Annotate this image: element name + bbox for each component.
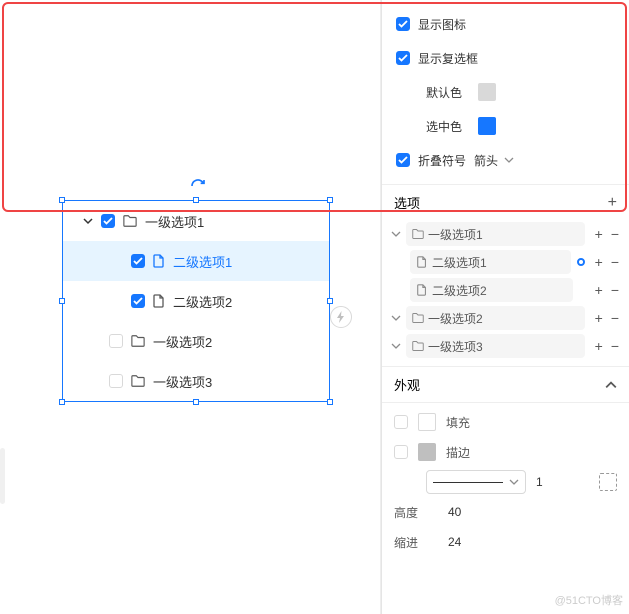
folder-icon [412, 312, 424, 324]
tree-row[interactable]: 二级选项2 [63, 281, 329, 321]
properties-panel: 显示图标 显示复选框 默认色 选中色 折叠符号 箭头 选项 + [381, 0, 629, 614]
tree-label: 二级选项1 [173, 252, 232, 271]
checkbox[interactable] [101, 214, 115, 228]
refresh-button[interactable] [190, 178, 206, 199]
add-option-button[interactable]: + [608, 194, 617, 212]
options-section-header: 选项 + [382, 184, 629, 220]
default-color-swatch[interactable] [478, 83, 496, 101]
checkbox[interactable] [131, 294, 145, 308]
tree-label: 一级选项2 [153, 332, 212, 351]
stroke-swatch[interactable] [418, 443, 436, 461]
border-style-button[interactable] [599, 473, 617, 491]
label-height: 高度 [394, 504, 438, 521]
remove-button[interactable]: − [611, 339, 619, 353]
chevron-down-icon[interactable] [390, 228, 402, 240]
add-button[interactable]: + [595, 283, 603, 297]
add-button[interactable]: + [595, 339, 603, 353]
option-chip[interactable]: 一级选项2 [406, 306, 585, 330]
label-show-icon: 显示图标 [418, 16, 466, 33]
indent-input[interactable]: 24 [448, 535, 461, 549]
checkbox[interactable] [131, 254, 145, 268]
file-icon [153, 254, 165, 268]
selected-color-swatch[interactable] [478, 117, 496, 135]
option-row: 二级选项1 +− [390, 248, 619, 276]
checkbox[interactable] [109, 374, 123, 388]
collapse-symbol-select[interactable]: 箭头 [474, 152, 514, 169]
option-row: 一级选项1 +− [390, 220, 619, 248]
label-indent: 缩进 [394, 534, 438, 551]
resize-handle[interactable] [327, 298, 333, 304]
resize-handle[interactable] [327, 197, 333, 203]
label-stroke: 描边 [446, 444, 470, 461]
remove-button[interactable]: − [611, 311, 619, 325]
checkbox[interactable] [109, 334, 123, 348]
tree-label: 一级选项1 [145, 212, 204, 231]
tree-label: 二级选项2 [173, 292, 232, 311]
option-chip[interactable]: 一级选项3 [406, 334, 585, 358]
tree-label: 一级选项3 [153, 372, 212, 391]
folder-icon [123, 214, 137, 228]
remove-button[interactable]: − [611, 283, 619, 297]
label-default-color: 默认色 [426, 84, 470, 101]
watermark: @51CTO博客 [555, 592, 623, 608]
checkbox-show-icon[interactable] [396, 17, 410, 31]
remove-button[interactable]: − [611, 255, 619, 269]
label-fill: 填充 [446, 414, 470, 431]
line-style-select[interactable] [426, 470, 526, 494]
tree-row[interactable]: 一级选项3 [63, 361, 329, 401]
chevron-down-icon [83, 216, 93, 226]
tree-component[interactable]: 一级选项1 二级选项1 二级选项2 一级选项2 [63, 201, 329, 401]
chevron-up-icon[interactable] [605, 379, 617, 391]
stroke-width-input[interactable]: 1 [536, 475, 543, 489]
chevron-down-icon[interactable] [390, 340, 402, 352]
resize-handle[interactable] [193, 399, 199, 405]
resize-handle[interactable] [59, 298, 65, 304]
chevron-down-icon[interactable] [390, 312, 402, 324]
option-row: 一级选项2 +− [390, 304, 619, 332]
lightning-button[interactable] [330, 306, 352, 328]
tree-row[interactable]: 一级选项2 [63, 321, 329, 361]
label-collapse-symbol: 折叠符号 [418, 152, 466, 169]
file-icon [416, 284, 428, 296]
file-icon [416, 256, 428, 268]
active-indicator [577, 258, 585, 266]
canvas-area[interactable]: 一级选项1 二级选项1 二级选项2 一级选项2 [0, 0, 381, 614]
option-chip[interactable]: 二级选项1 [410, 250, 571, 274]
tree-row[interactable]: 一级选项1 [63, 201, 329, 241]
add-button[interactable]: + [595, 255, 603, 269]
resize-handle[interactable] [59, 399, 65, 405]
folder-icon [412, 228, 424, 240]
checkbox-stroke[interactable] [394, 445, 408, 459]
resize-handle[interactable] [327, 399, 333, 405]
checkbox-show-checkbox[interactable] [396, 51, 410, 65]
selection-frame[interactable]: 一级选项1 二级选项1 二级选项2 一级选项2 [62, 200, 330, 402]
checkbox-fill[interactable] [394, 415, 408, 429]
appearance-section-header: 外观 [382, 366, 629, 402]
resize-handle[interactable] [193, 197, 199, 203]
option-row: 一级选项3 +− [390, 332, 619, 360]
height-input[interactable]: 40 [448, 505, 461, 519]
chevron-down-icon [504, 155, 514, 165]
checkbox-collapse-symbol[interactable] [396, 153, 410, 167]
folder-icon [131, 334, 145, 348]
add-button[interactable]: + [595, 227, 603, 241]
resize-handle[interactable] [59, 197, 65, 203]
tree-row[interactable]: 二级选项1 [63, 241, 329, 281]
label-show-checkbox: 显示复选框 [418, 50, 478, 67]
add-button[interactable]: + [595, 311, 603, 325]
folder-icon [412, 340, 424, 352]
option-chip[interactable]: 二级选项2 [410, 278, 573, 302]
option-chip[interactable]: 一级选项1 [406, 222, 585, 246]
fill-swatch[interactable] [418, 413, 436, 431]
folder-icon [131, 374, 145, 388]
option-row: 二级选项2 +− [390, 276, 619, 304]
remove-button[interactable]: − [611, 227, 619, 241]
file-icon [153, 294, 165, 308]
label-selected-color: 选中色 [426, 118, 470, 135]
chevron-down-icon [509, 477, 519, 487]
